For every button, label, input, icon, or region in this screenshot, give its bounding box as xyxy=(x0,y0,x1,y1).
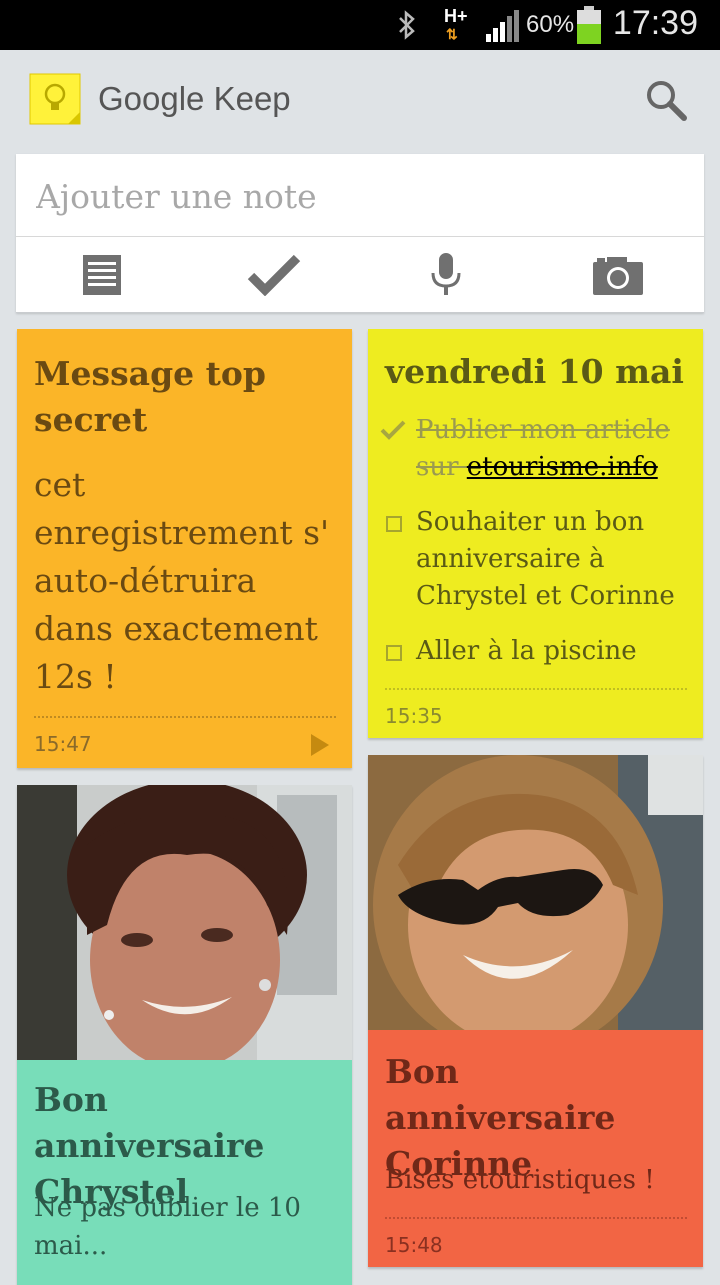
new-note-card xyxy=(16,154,704,313)
status-bar: H+ ⇅ 60% 17:39 xyxy=(0,0,720,50)
photo-corinne xyxy=(368,755,703,1030)
new-checklist-button[interactable] xyxy=(188,237,360,312)
camera-icon xyxy=(593,256,643,295)
battery-percent: 60% xyxy=(526,11,575,38)
note-divider xyxy=(385,1217,687,1219)
note-timestamp: 15:47 xyxy=(34,732,92,756)
network-type: H+ ⇅ xyxy=(444,6,468,42)
checklist-item-checked[interactable]: Publier mon article sur etourisme.info xyxy=(368,412,703,490)
note-divider xyxy=(34,716,336,718)
note-body: cet enregistrement s' auto-détruira dans… xyxy=(34,465,330,696)
new-note-field-container xyxy=(16,154,704,237)
microphone-icon xyxy=(431,252,461,295)
note-body: Bises etouristiques ! xyxy=(385,1165,655,1195)
new-note-input[interactable] xyxy=(34,172,678,220)
play-icon[interactable] xyxy=(309,732,331,758)
note-timestamp: 15:35 xyxy=(385,704,443,728)
keep-logo-icon[interactable] xyxy=(28,72,82,126)
search-icon[interactable] xyxy=(644,78,688,122)
text-note-icon xyxy=(83,254,121,295)
note-type-toolbar xyxy=(16,237,704,312)
checkbox[interactable] xyxy=(386,645,402,661)
bluetooth-icon xyxy=(399,10,415,40)
note-divider xyxy=(385,688,687,690)
checklist-item[interactable]: Aller à la piscine xyxy=(368,633,703,673)
data-transfer-icon: ⇅ xyxy=(446,26,458,42)
checklist-item-text: Souhaiter un bon anniversaire à Chrystel… xyxy=(416,507,675,611)
note-body: Ne pas oublier le 10 mai... xyxy=(34,1193,301,1261)
app-title: Google Keep xyxy=(98,80,291,117)
new-text-note-button[interactable] xyxy=(16,237,188,312)
app-bar: Google Keep xyxy=(0,50,720,150)
note-photo-corinne[interactable]: Bon anniversaire Corinne Bises etouristi… xyxy=(368,755,703,1267)
article-link[interactable]: etourisme.info xyxy=(467,452,658,482)
battery-icon xyxy=(577,6,601,44)
new-photo-note-button[interactable] xyxy=(532,237,704,312)
checklist-item-text: Aller à la piscine xyxy=(416,636,637,666)
photo-chrystel xyxy=(17,785,352,1060)
checklist-icon xyxy=(247,254,301,296)
signal-icon xyxy=(486,10,519,42)
note-timestamp: 15:48 xyxy=(385,1233,443,1257)
checklist-item[interactable]: Souhaiter un bon anniversaire à Chrystel… xyxy=(368,504,703,619)
check-icon xyxy=(380,420,406,440)
note-photo-chrystel[interactable]: Bon anniversaire Chrystel Ne pas oublier… xyxy=(17,785,352,1285)
note-title: Message top secret xyxy=(34,354,266,439)
new-voice-note-button[interactable] xyxy=(360,237,532,312)
note-title: vendredi 10 mai xyxy=(385,352,684,391)
note-checklist-friday[interactable]: vendredi 10 mai Publier mon article sur … xyxy=(368,329,703,738)
checkbox[interactable] xyxy=(386,516,402,532)
note-top-secret[interactable]: Message top secret cet enregistrement s'… xyxy=(17,329,352,768)
clock: 17:39 xyxy=(612,4,698,42)
